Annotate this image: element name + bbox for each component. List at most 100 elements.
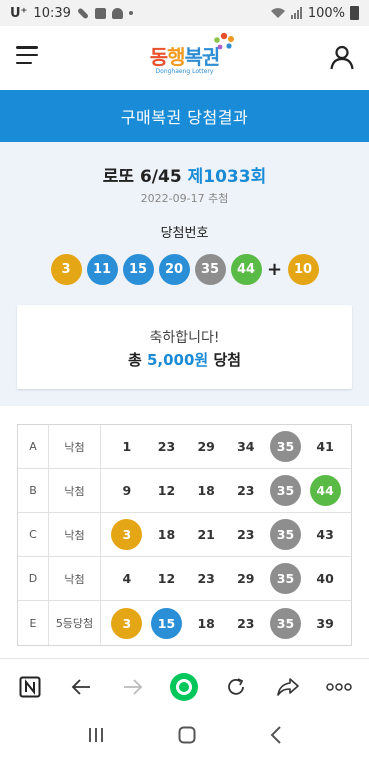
game-name: 로또 6/45 xyxy=(102,167,182,187)
ticket-number: 18 xyxy=(157,527,176,542)
ticket-row: A 낙첨 1 23 29 34 35 41 xyxy=(18,425,351,469)
recent-apps-icon[interactable] xyxy=(87,727,105,747)
matched-number: 44 xyxy=(309,475,341,506)
ticket-row: B 낙첨 9 12 18 23 35 44 xyxy=(18,469,351,513)
ticket-number: 18 xyxy=(197,483,215,498)
matched-number: 15 xyxy=(150,607,182,639)
ticket-number: 41 xyxy=(316,439,334,454)
ticket-number: 23 xyxy=(157,439,176,454)
winning-numbers-label: 당첨번호 xyxy=(160,226,209,241)
page-title: 구매복권 당첨결과 xyxy=(0,90,369,142)
ticket-row-status: 낙첨 xyxy=(49,513,101,556)
forward-arrow-icon[interactable] xyxy=(115,669,151,705)
matched-number: 35 xyxy=(269,607,301,639)
logo[interactable]: 동행복권 Donghaeng Lottery xyxy=(150,32,235,75)
ticket-number: 23 xyxy=(197,571,215,586)
ticket-number: 9 xyxy=(122,483,132,498)
back-icon[interactable] xyxy=(270,726,282,748)
ticket-row: C 낙첨 3 18 21 23 35 43 xyxy=(18,513,351,557)
browser-toolbar xyxy=(0,658,369,714)
matched-number: 35 xyxy=(269,563,301,594)
plus-sign: + xyxy=(266,259,283,280)
round-number: 제1033회 xyxy=(187,167,267,187)
status-bar: U⁺ 10:39 100% xyxy=(0,0,369,26)
notification-dot-icon xyxy=(128,11,133,15)
draw-date: 2022-09-17 추첨 xyxy=(140,192,229,205)
winning-ball: 15 xyxy=(122,254,154,285)
menu-icon[interactable] xyxy=(16,46,38,64)
winning-ball: 3 xyxy=(50,254,82,285)
app-header: 동행복권 Donghaeng Lottery xyxy=(0,26,369,90)
logo-text-2: 행 xyxy=(167,45,185,69)
ticket-row-letter: E xyxy=(18,601,49,645)
ticket-row-numbers: 3 15 18 23 35 39 xyxy=(101,601,351,645)
prize-prefix: 총 xyxy=(127,351,147,369)
round-title: 로또 6/45 제1033회 xyxy=(0,162,369,187)
ticket-number: 4 xyxy=(122,571,132,586)
user-icon[interactable] xyxy=(329,44,355,70)
home-circle-icon[interactable] xyxy=(166,669,202,705)
clock: 10:39 xyxy=(33,5,71,21)
matched-number: 35 xyxy=(269,475,301,506)
logo-subtitle: Donghaeng Lottery xyxy=(155,68,214,75)
prize-text: 총 5,000원 당첨 xyxy=(17,349,352,370)
ticket-row-numbers: 4 12 23 29 35 40 xyxy=(101,557,351,600)
ticket-number: 12 xyxy=(157,571,176,586)
battery-icon xyxy=(350,6,359,20)
prize-suffix: 당첨 xyxy=(208,351,242,369)
prize-card: 축하합니다! 총 5,000원 당첨 xyxy=(17,305,352,389)
back-arrow-icon[interactable] xyxy=(63,669,99,705)
ticket-row: D 낙첨 4 12 23 29 35 40 xyxy=(18,557,351,601)
gallery-icon xyxy=(94,7,106,19)
ticket-number: 21 xyxy=(197,527,215,542)
signal-icon xyxy=(290,7,302,19)
naver-n-icon[interactable] xyxy=(12,669,48,705)
ticket-row-letter: D xyxy=(18,557,49,600)
ticket-number: 40 xyxy=(316,571,334,586)
home-icon[interactable] xyxy=(178,726,196,748)
ticket-number: 29 xyxy=(237,571,255,586)
ticket-table: A 낙첨 1 23 29 34 35 41 B 낙첨 9 12 18 23 35 44 C 낙첨 3 18 21 23 35… xyxy=(17,424,352,646)
link-icon xyxy=(76,6,89,20)
ticket-row: E 5등당첨 3 15 18 23 35 39 xyxy=(18,601,351,645)
ticket-row-status: 5등당첨 xyxy=(49,601,101,645)
ticket-row-numbers: 3 18 21 23 35 43 xyxy=(101,513,351,556)
ticket-number: 23 xyxy=(237,615,255,631)
logo-flower-icon xyxy=(214,32,235,50)
congrats-text: 축하합니다! xyxy=(149,330,220,346)
winning-ball: 44 xyxy=(230,254,262,285)
ticket-row-status: 낙첨 xyxy=(49,469,101,512)
matched-number: 3 xyxy=(111,519,143,550)
winning-ball: 20 xyxy=(158,254,190,285)
share-icon[interactable] xyxy=(270,669,306,705)
ticket-row-letter: C xyxy=(18,513,49,556)
system-nav-bar xyxy=(0,714,369,760)
ticket-number: 1 xyxy=(122,439,132,454)
ticket-row-numbers: 9 12 18 23 35 44 xyxy=(101,469,351,512)
bonus-ball: 10 xyxy=(287,254,319,285)
ticket-number: 18 xyxy=(197,615,215,631)
draw-result-section: 로또 6/45 제1033회 2022-09-17 추첨 당첨번호 3 11 15 2… xyxy=(0,142,369,406)
ticket-number: 39 xyxy=(316,615,334,631)
ticket-row-status: 낙첨 xyxy=(49,425,101,468)
ticket-row-letter: B xyxy=(18,469,49,512)
ticket-section: A 낙첨 1 23 29 34 35 41 B 낙첨 9 12 18 23 35 44 C 낙첨 3 18 21 23 35… xyxy=(0,406,369,658)
ticket-number: 34 xyxy=(237,439,255,454)
winning-ball: 35 xyxy=(194,254,226,285)
ticket-row-numbers: 1 23 29 34 35 41 xyxy=(101,425,351,468)
winning-ball: 11 xyxy=(86,254,118,285)
matched-number: 35 xyxy=(269,519,301,550)
ticket-number: 43 xyxy=(316,527,334,542)
ticket-number: 23 xyxy=(237,527,255,542)
matched-number: 3 xyxy=(111,607,143,639)
ticket-number: 29 xyxy=(197,439,215,454)
ticket-row-status: 낙첨 xyxy=(49,557,101,600)
matched-number: 35 xyxy=(269,431,301,462)
sound-icon xyxy=(111,7,123,19)
ticket-number: 23 xyxy=(237,483,255,498)
more-icon[interactable] xyxy=(321,669,357,705)
ticket-number: 12 xyxy=(157,483,176,498)
reload-icon[interactable] xyxy=(218,669,254,705)
wifi-icon xyxy=(270,8,285,18)
prize-amount: 5,000원 xyxy=(146,351,209,369)
